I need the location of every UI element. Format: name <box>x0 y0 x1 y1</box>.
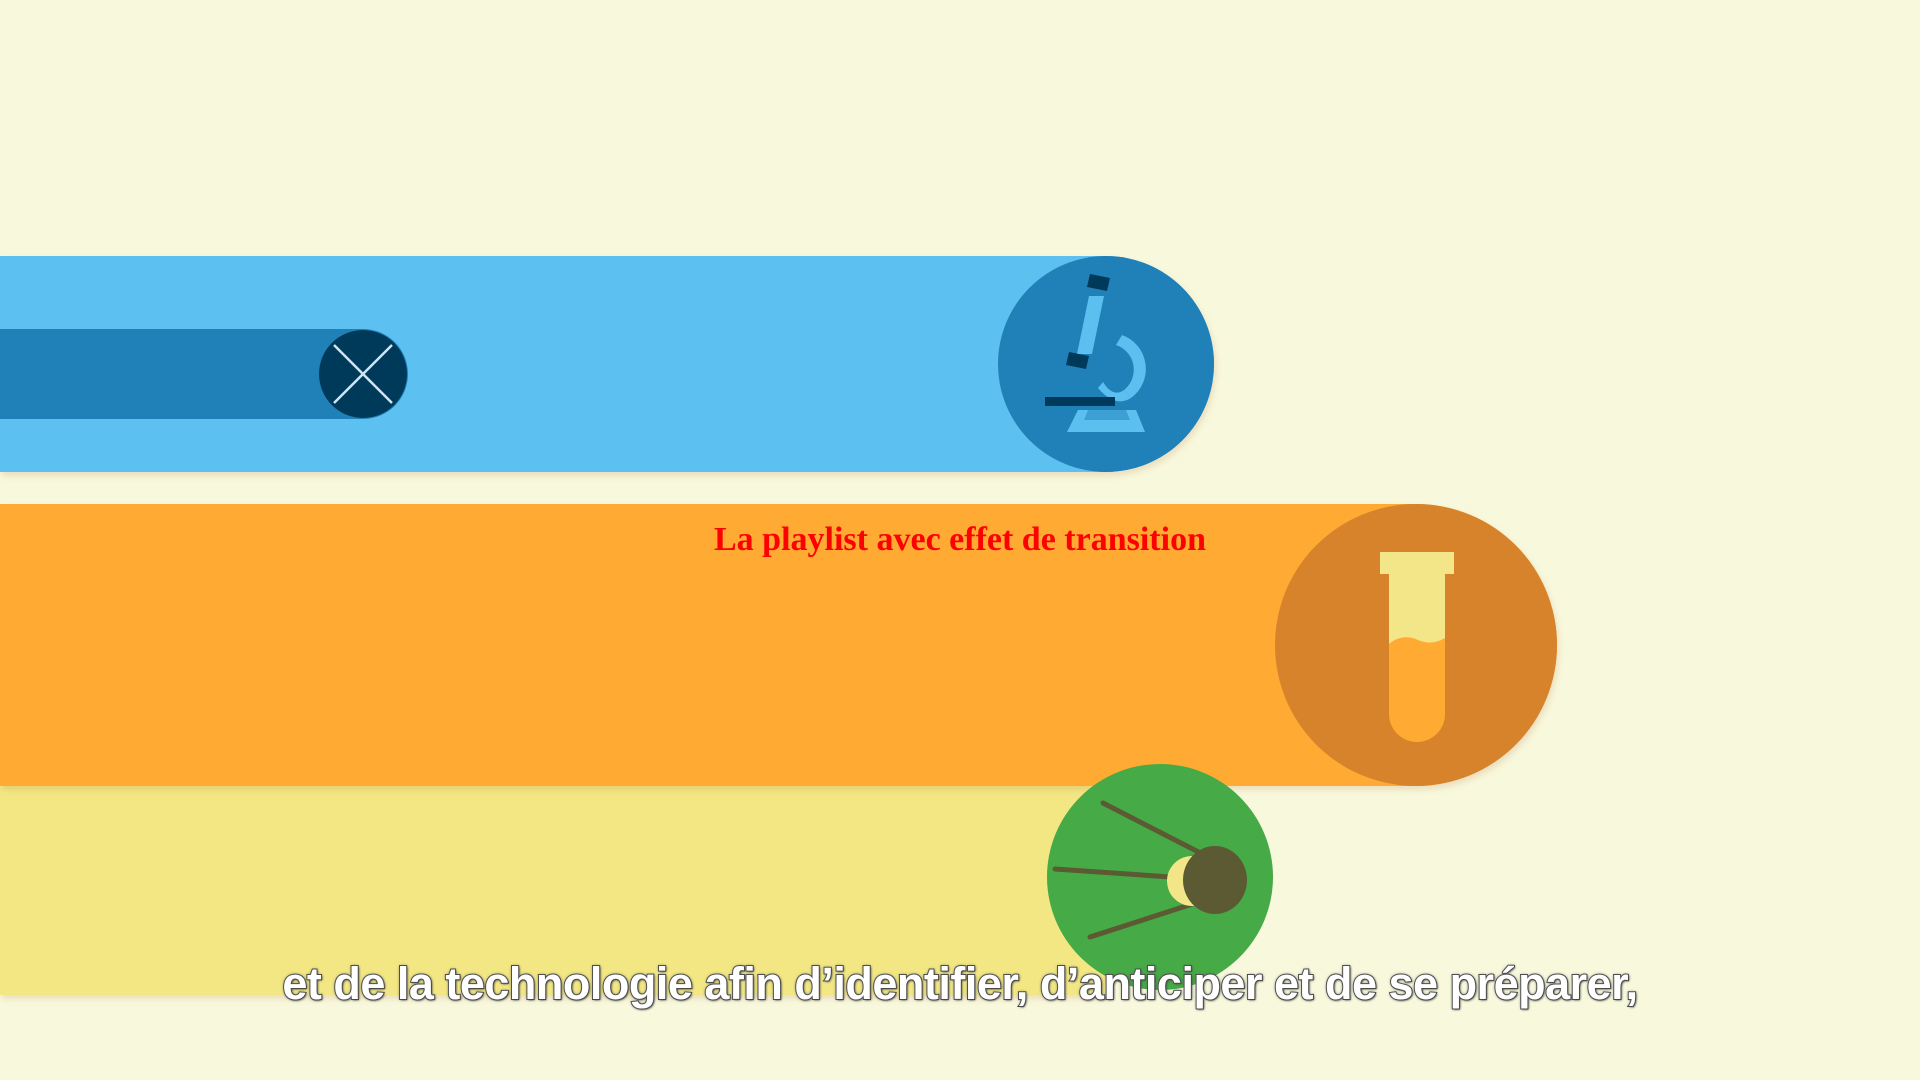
microscope-icon <box>998 256 1214 472</box>
playlist-title: La playlist avec effet de transition <box>714 521 1206 558</box>
close-circle-icon <box>319 330 407 418</box>
video-frame: La playlist avec effet de transition et … <box>0 0 1920 1080</box>
video-subtitle: et de la technologie afin d’identifier, … <box>281 957 1639 1010</box>
